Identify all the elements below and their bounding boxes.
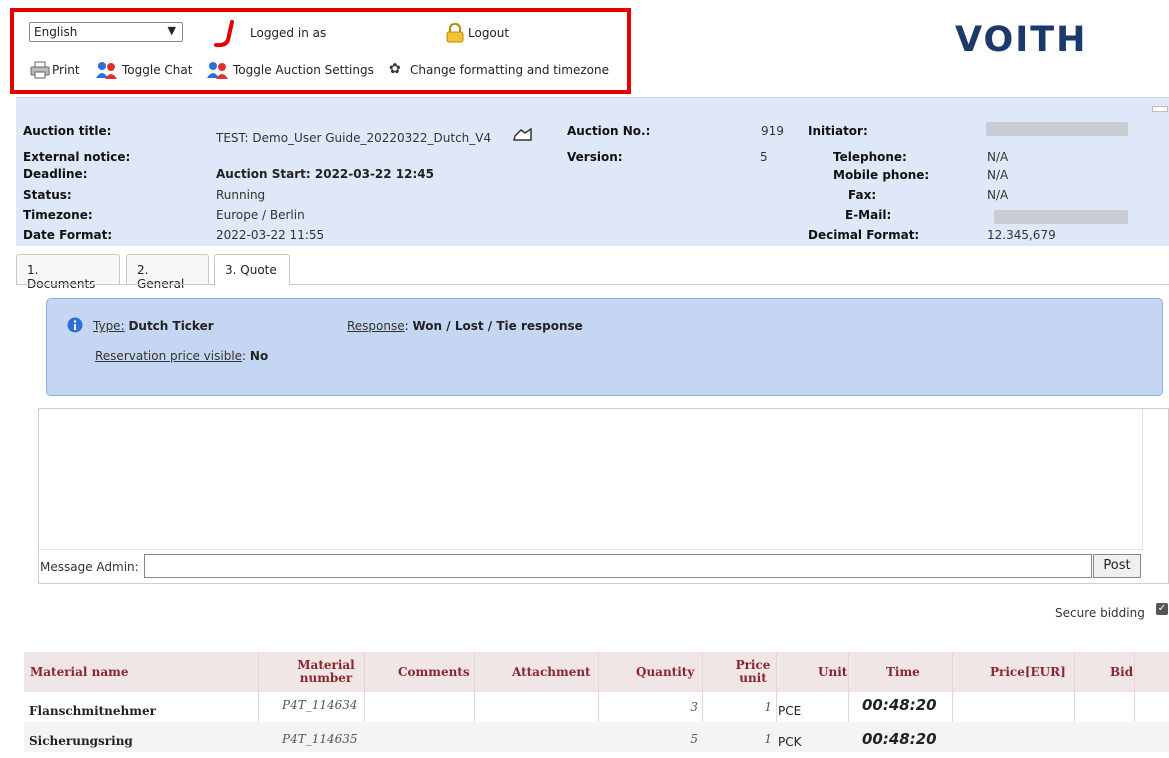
- col-price-unit: Price unit: [735, 658, 771, 685]
- initiator-redacted: [986, 122, 1128, 136]
- col-unit: Unit: [818, 664, 848, 679]
- type-value: Dutch Ticker: [128, 319, 214, 333]
- material-name-cell: Sicherungsring: [29, 734, 133, 748]
- auction-no-label: Auction No.:: [567, 124, 651, 138]
- material-number-cell: P4T_114634: [282, 698, 358, 712]
- timezone-label: Timezone:: [23, 208, 93, 222]
- col-material-number: Material number: [297, 658, 355, 685]
- auction-no-value: 919: [761, 124, 784, 138]
- unit-cell: PCE: [778, 704, 802, 718]
- tab-documents[interactable]: 1. Documents: [16, 254, 120, 291]
- secure-bidding-label: Secure bidding: [1055, 606, 1145, 620]
- col-comments: Comments: [398, 664, 470, 679]
- col-quantity: Quantity: [636, 664, 695, 679]
- col-bid: Bid: [1110, 664, 1134, 679]
- edit-title-icon[interactable]: [513, 126, 533, 142]
- decimal-format-value: 12.345,679: [987, 228, 1056, 242]
- material-name-cell: Flanschmitnehmer: [29, 704, 156, 718]
- email-redacted: [994, 210, 1128, 224]
- status-value: Running: [216, 188, 266, 202]
- status-label: Status:: [23, 188, 72, 202]
- table-row: Sicherungsring P4T_114635 5 1 PCK 00:48:…: [24, 722, 1169, 752]
- deadline-label: Deadline:: [23, 167, 88, 181]
- col-attachment: Attachment: [512, 664, 591, 679]
- email-label: E-Mail:: [845, 208, 892, 222]
- tab-divider: [16, 284, 1169, 285]
- date-format-value: 2022-03-22 11:55: [216, 228, 325, 242]
- secure-bidding-checkbox[interactable]: ✓: [1156, 603, 1168, 615]
- response-label: Response: [347, 319, 405, 333]
- quantity-cell: 5: [690, 732, 698, 746]
- active-tab-gap: [215, 283, 289, 286]
- voith-logo: VOITH: [955, 20, 1088, 60]
- auction-info-panel: Auction title: TEST: Demo_User Guide_202…: [16, 97, 1169, 246]
- tab-general[interactable]: 2. General: [126, 254, 209, 291]
- reservation-price-value: No: [249, 349, 269, 363]
- quote-info-card: Type: Dutch Ticker Response: Won / Lost …: [46, 298, 1163, 396]
- unit-cell: PCK: [778, 735, 802, 749]
- auction-title-value: TEST: Demo_User Guide_20220322_Dutch_V4: [216, 131, 492, 145]
- type-label: Type:: [93, 319, 125, 333]
- quantity-cell: 3: [690, 700, 698, 714]
- countdown-time-cell: 00:48:20: [862, 730, 937, 748]
- fax-label: Fax:: [848, 188, 877, 202]
- table-row: Flanschmitnehmer P4T_114634 3 1 PCE 00:4…: [24, 692, 1169, 722]
- telephone-label: Telephone:: [833, 150, 907, 164]
- timezone-value: Europe / Berlin: [216, 208, 305, 222]
- fax-value: N/A: [987, 188, 1009, 202]
- collapse-icon[interactable]: [1152, 106, 1168, 112]
- telephone-value: N/A: [987, 150, 1009, 164]
- price-unit-cell: 1: [764, 700, 772, 714]
- response-value: Won / Lost / Tie response: [412, 319, 583, 333]
- version-value: 5: [760, 150, 768, 164]
- decimal-format-label: Decimal Format:: [808, 228, 920, 242]
- chat-log: [39, 409, 1143, 550]
- toolbar-highlight-box: [10, 8, 631, 94]
- price-unit-cell: 1: [764, 732, 772, 746]
- col-price-eur: Price[EUR]: [990, 664, 1066, 679]
- external-notice-label: External notice:: [23, 150, 131, 164]
- mobile-phone-label: Mobile phone:: [833, 168, 930, 182]
- col-material-name: Material name: [30, 664, 129, 679]
- col-time: Time: [886, 664, 920, 679]
- message-admin-label: Message Admin:: [40, 560, 139, 574]
- mobile-phone-value: N/A: [987, 168, 1009, 182]
- countdown-time-cell: 00:48:20: [862, 696, 937, 714]
- date-format-label: Date Format:: [23, 228, 113, 242]
- auction-title-label: Auction title:: [23, 124, 112, 138]
- info-icon: [67, 317, 83, 333]
- post-button[interactable]: Post: [1093, 554, 1141, 578]
- deadline-value: Auction Start: 2022-03-22 12:45: [216, 167, 434, 181]
- material-number-cell: P4T_114635: [282, 732, 358, 746]
- initiator-label: Initiator:: [808, 124, 868, 138]
- message-admin-input[interactable]: [144, 554, 1092, 578]
- reservation-price-label: Reservation price visible: [95, 349, 243, 363]
- version-label: Version:: [567, 150, 623, 164]
- tab-quote[interactable]: 3. Quote: [214, 254, 290, 286]
